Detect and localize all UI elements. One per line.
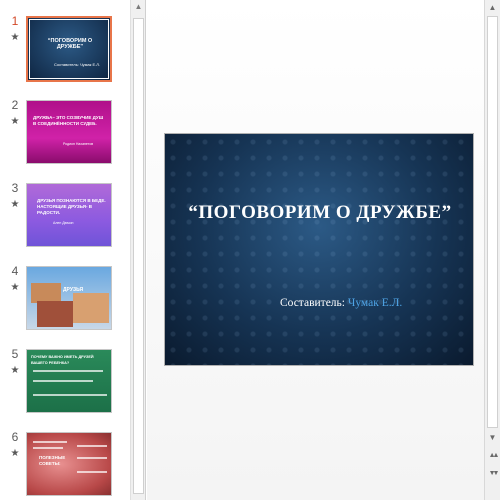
slide-thumbnail-2[interactable]: ДРУЖБА– ЭТО СОЗВУЧИЕ ДУШ В СОЕДИНЁННОСТИ… [26, 100, 112, 164]
slide-number-4: 4 [11, 264, 19, 278]
slide-background-pattern [165, 134, 473, 365]
thumb-3-author: Ален Дюмон [53, 221, 74, 225]
slide-thumbnail-3[interactable]: ДРУЗЬЯ ПОЗНАЮТСЯ В БЕДЕ. НАСТОЯЩИЕ ДРУЗЬ… [26, 183, 112, 247]
next-slide-icon[interactable]: ▼▼ [486, 468, 500, 480]
slide-thumbnail-4[interactable]: ДРУЗЬЯ [26, 266, 112, 330]
slide-number-1: 1 [11, 14, 19, 28]
photo-children-2 [37, 301, 73, 327]
thumb-5-text-line [33, 370, 103, 372]
thumb-5-text-line [33, 394, 107, 396]
thumb-6-title: ПОЛЕЗНЫЕ СОВЕТЫ: [39, 455, 66, 466]
scroll-down-icon[interactable]: ▼ [486, 432, 499, 444]
thumb-1-subtitle: Составитель: Чумак Е.Л. [54, 62, 100, 67]
slide-thumbnail-5[interactable]: ПОЧЕМУ ВАЖНО ИМЕТЬ ДРУЗЕЙ ВАШЕГО РЕБЕНКА… [26, 349, 112, 413]
thumbnail-scrollbar-thumb[interactable] [133, 18, 144, 494]
editor-scrollbar[interactable]: ▲ ▼ ▲▲ ▼▼ [484, 0, 500, 500]
editor-scrollbar-track[interactable] [487, 16, 498, 428]
slide-title[interactable]: “ПОГОВОРИМ О ДРУЖБЕ” [185, 202, 455, 224]
photo-children-3 [73, 293, 109, 323]
thumb-5-title: ПОЧЕМУ ВАЖНО ИМЕТЬ ДРУЗЕЙ ВАШЕГО РЕБЕНКА… [31, 355, 94, 365]
thumbnail-scrollbar[interactable]: ▲ [130, 0, 146, 500]
slide-subtitle[interactable]: Составитель: Чумак Е.Л. [280, 297, 460, 309]
slide-thumbnail-6[interactable]: ПОЛЕЗНЫЕ СОВЕТЫ: [26, 432, 112, 496]
scroll-up-icon[interactable]: ▲ [486, 2, 499, 14]
thumb-6-text-line [33, 441, 67, 443]
thumb-6-text-line [33, 447, 63, 449]
previous-slide-icon[interactable]: ▲▲ [486, 450, 500, 462]
slide-number-6: 6 [11, 430, 19, 444]
slide-number-2: 2 [11, 98, 19, 112]
transition-star-icon: ★ [10, 199, 20, 210]
thumb-6-text-line [77, 445, 107, 447]
transition-star-icon: ★ [10, 282, 20, 293]
slide-thumbnail-1[interactable]: “ПОГОВОРИМ О ДРУЖБЕ” Составитель: Чумак … [26, 16, 112, 82]
author-name: Чумак Е.Л. [347, 297, 403, 309]
transition-star-icon: ★ [10, 448, 20, 459]
slide-editor: “ПОГОВОРИМ О ДРУЖБЕ” Составитель: Чумак … [147, 0, 484, 500]
thumb-3-title: ДРУЗЬЯ ПОЗНАЮТСЯ В БЕДЕ. НАСТОЯЩИЕ ДРУЗЬ… [37, 198, 106, 215]
thumb-2-author: Родион Нахапетов [63, 142, 94, 146]
transition-star-icon: ★ [10, 365, 20, 376]
photo-children-1 [31, 283, 61, 303]
slide-number-5: 5 [11, 347, 19, 361]
slide-number-3: 3 [11, 181, 19, 195]
thumb-6-text-line [77, 471, 107, 473]
transition-star-icon: ★ [10, 32, 20, 43]
thumb-2-title: ДРУЖБА– ЭТО СОЗВУЧИЕ ДУШ В СОЕДИНЁННОСТИ… [33, 115, 104, 126]
thumb-5-text-line [33, 380, 93, 382]
subtitle-label: Составитель: [280, 297, 348, 309]
thumb-6-text-line [77, 457, 107, 459]
slide-thumbnail-pane: 1 ★ “ПОГОВОРИМ О ДРУЖБЕ” Составитель: Чу… [0, 0, 130, 500]
transition-star-icon: ★ [10, 116, 20, 127]
main-slide-canvas[interactable]: “ПОГОВОРИМ О ДРУЖБЕ” Составитель: Чумак … [164, 133, 474, 366]
thumb-4-title: ДРУЗЬЯ [63, 287, 84, 293]
scroll-up-icon[interactable]: ▲ [134, 2, 143, 11]
thumb-1-title: “ПОГОВОРИМ О ДРУЖБЕ” [47, 38, 93, 50]
